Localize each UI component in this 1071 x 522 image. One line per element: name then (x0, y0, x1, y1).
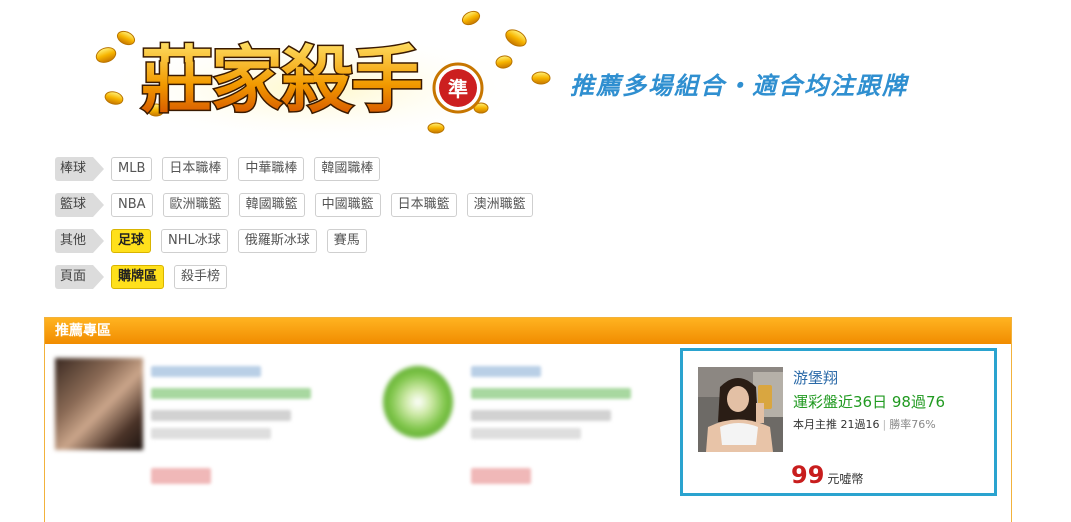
header-slogan: 推薦多場組合・適合均注跟牌 (570, 72, 908, 100)
logo-badge: 準 (448, 77, 468, 101)
blurred-streak (151, 388, 311, 399)
filter-chip[interactable]: 日本職棒 (162, 157, 229, 181)
tipster-streak: 運彩盤近36日 98過76 (793, 393, 946, 411)
filter-chip[interactable]: 賽馬 (326, 229, 367, 253)
filter-chip[interactable]: 購牌區 (111, 265, 165, 289)
sport-filter-bar: 棒球 MLB 日本職棒 中華職棒 韓國職棒籃球 NBA 歐洲職籃 韓國職籃 中國職籃 日本職籃 澳洲… (55, 156, 543, 300)
tipster-name[interactable]: 游堡翔 (793, 367, 838, 388)
blurred-price (151, 468, 211, 484)
filter-chip[interactable]: MLB (111, 157, 153, 181)
stats-divider: | (882, 418, 887, 431)
recommend-card-blurred[interactable] (383, 358, 683, 488)
logo-wordmark: 莊家殺手 (141, 38, 421, 122)
price-unit: 元噓幣 (827, 472, 864, 486)
blurred-price (471, 468, 531, 484)
filter-chip[interactable]: NHL冰球 (161, 229, 228, 253)
filter-chip[interactable]: 中華職棒 (238, 157, 305, 181)
filter-category-label: 棒球 (55, 157, 104, 181)
monthly-record: 本月主推 21過16 (793, 418, 880, 431)
filter-chip[interactable]: 俄羅斯冰球 (237, 229, 317, 253)
featured-tipster-card[interactable]: 游堡翔 運彩盤近36日 98過76 本月主推 21過16 | 勝率76% 99 元噓幣 (680, 348, 997, 496)
recommend-panel: 推薦專區 游堡翔 運彩盤近36日 98過76 本月主推 21過16 | 勝率76… (44, 317, 1012, 522)
filter-row: 其他 足球 NHL冰球 俄羅斯冰球 賽馬 (55, 228, 543, 254)
filter-chip[interactable]: NBA (111, 193, 153, 217)
blurred-streak (471, 388, 631, 399)
tipster-avatar[interactable] (698, 367, 783, 452)
filter-chip[interactable]: 澳洲職籃 (466, 193, 533, 217)
logo-graphic: 莊家殺手 準 (95, 10, 551, 143)
site-logo[interactable]: 莊家殺手 準 (86, 10, 556, 143)
win-rate: 勝率76% (889, 418, 936, 431)
filter-chip[interactable]: 歐洲職籃 (162, 193, 229, 217)
filter-chip[interactable]: 日本職籃 (390, 193, 457, 217)
recommend-card-blurred[interactable] (55, 358, 355, 488)
filter-chip[interactable]: 中國職籃 (314, 193, 381, 217)
blurred-stats (151, 428, 271, 439)
filter-row: 棒球 MLB 日本職棒 中華職棒 韓國職棒 (55, 156, 543, 182)
filter-row: 頁面 購牌區 殺手榜 (55, 264, 543, 290)
filter-row: 籃球 NBA 歐洲職籃 韓國職籃 中國職籃 日本職籃 澳洲職籃 (55, 192, 543, 218)
blurred-stats (471, 410, 611, 421)
panel-title: 推薦專區 (45, 318, 1011, 344)
tipster-stats: 本月主推 21過16 | 勝率76% (793, 416, 936, 432)
blurred-stats (151, 410, 291, 421)
filter-chip[interactable]: 殺手榜 (174, 265, 228, 289)
filter-chip[interactable]: 韓國職棒 (314, 157, 381, 181)
filter-category-label: 頁面 (55, 265, 104, 289)
blurred-name (471, 366, 541, 377)
filter-category-label: 籃球 (55, 193, 104, 217)
filter-category-label: 其他 (55, 229, 104, 253)
avatar-blurred (383, 366, 453, 438)
filter-chip[interactable]: 足球 (111, 229, 152, 253)
price-value: 99 (791, 461, 825, 489)
blurred-stats (471, 428, 581, 439)
avatar-photo (698, 367, 783, 452)
tipster-price[interactable]: 99 元噓幣 (791, 461, 863, 489)
filter-chip[interactable]: 韓國職籃 (238, 193, 305, 217)
avatar-blurred (55, 358, 143, 450)
blurred-name (151, 366, 261, 377)
